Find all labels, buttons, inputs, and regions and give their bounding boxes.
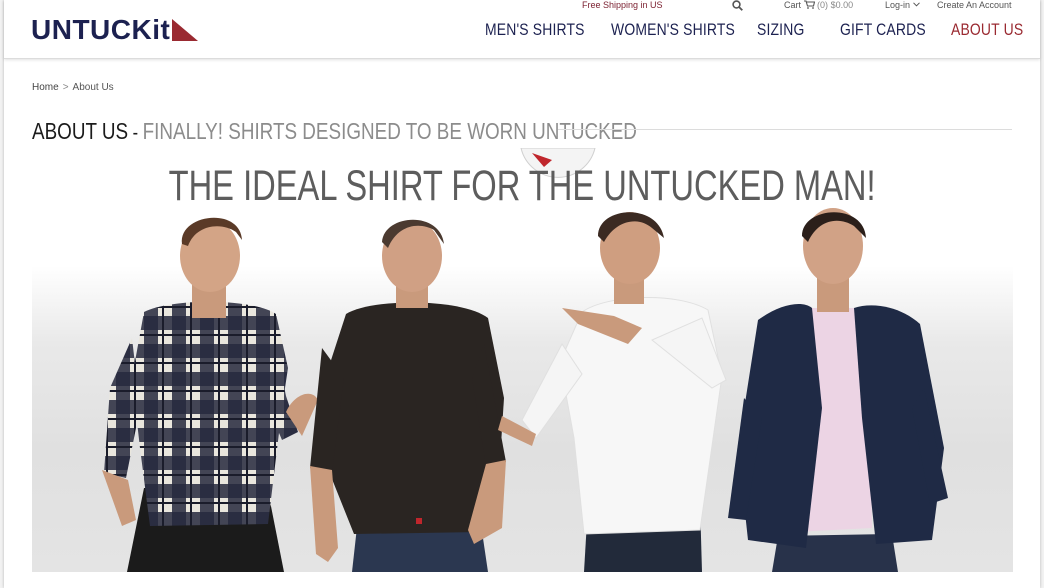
model-navy-blazer-image [728, 208, 948, 572]
hero-tagline-text: THE IDEAL SHIRT FOR THE UNTUCKED MAN! [169, 162, 876, 210]
cart-link[interactable]: Cart (0) $0.00 [784, 0, 853, 12]
chevron-down-icon [912, 2, 920, 7]
nav-womens-shirts[interactable]: WOMEN'S SHIRTS [611, 20, 735, 40]
breadcrumb-home[interactable]: Home [32, 82, 59, 93]
nav-about-us[interactable]: ABOUT US [951, 20, 1023, 40]
nav-gift-cards[interactable]: GIFT CARDS [840, 20, 926, 40]
create-account-link[interactable]: Create An Account [937, 0, 1012, 12]
breadcrumb: Home > About Us [32, 82, 114, 93]
model-plaid-shirt-image [102, 217, 318, 572]
page-title-row: ABOUT US - FINALLY! SHIRTS DESIGNED TO B… [32, 118, 1012, 144]
title-separator: - [128, 122, 143, 144]
page-subtitle: FINALLY! SHIRTS DESIGNED TO BE WORN UNTU… [142, 118, 637, 144]
cart-icon [803, 0, 815, 9]
logo[interactable]: UNTUCKit [31, 14, 199, 46]
page: UNTUCKit Free Shipping in US Cart (0) $0… [4, 0, 1040, 588]
search-icon [732, 0, 743, 11]
login-link[interactable]: Log-in [885, 0, 920, 12]
logo-triangle-icon [172, 19, 199, 41]
title-divider [558, 129, 1012, 130]
site-header: UNTUCKit Free Shipping in US Cart (0) $0… [4, 0, 1040, 59]
breadcrumb-current: About Us [72, 82, 114, 93]
nav-mens-shirts[interactable]: MEN'S SHIRTS [485, 20, 585, 40]
logo-text: UNTUCKit [31, 14, 171, 45]
page-title: ABOUT US - FINALLY! SHIRTS DESIGNED TO B… [32, 118, 637, 145]
hero-banner: THE IDEAL SHIRT FOR THE UNTUCKED MAN! [32, 148, 1013, 572]
cart-total: $0.00 [830, 0, 854, 10]
hero-tagline: THE IDEAL SHIRT FOR THE UNTUCKED MAN! [32, 162, 1013, 211]
free-shipping-text: Free Shipping in US [582, 0, 663, 10]
free-shipping-notice: Free Shipping in US [582, 0, 663, 12]
page-title-main: ABOUT US [32, 118, 129, 144]
nav-sizing[interactable]: SIZING [757, 20, 804, 40]
hero-illustration [102, 148, 948, 572]
cart-label: Cart [784, 0, 802, 10]
create-account-label: Create An Account [937, 0, 1012, 10]
login-label: Log-in [885, 0, 911, 10]
model-white-shirt-image [498, 212, 727, 572]
breadcrumb-separator: > [62, 82, 69, 93]
search-button[interactable] [732, 0, 743, 12]
cart-count: (0) [817, 0, 829, 10]
model-black-shirt-image [310, 219, 506, 572]
